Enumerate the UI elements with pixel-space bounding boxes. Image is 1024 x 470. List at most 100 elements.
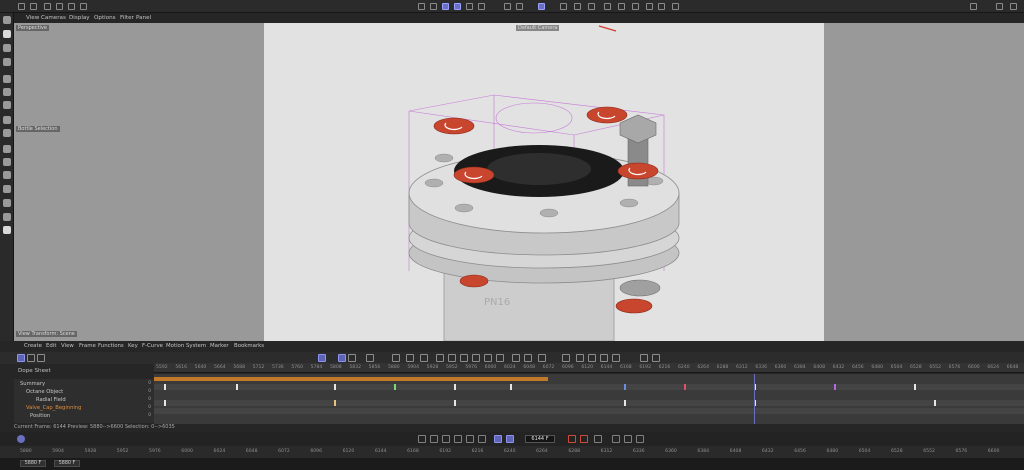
axis-mode-icon[interactable] — [478, 3, 485, 10]
menu-display[interactable]: Display — [69, 15, 90, 21]
loop-icon[interactable] — [494, 435, 502, 443]
menu-cameras[interactable]: Cameras — [41, 15, 66, 21]
keyframe[interactable] — [334, 400, 336, 406]
brush-icon[interactable] — [3, 145, 11, 153]
paint-select-icon[interactable] — [3, 58, 11, 66]
frame-all-icon[interactable] — [576, 354, 584, 362]
rotate-icon[interactable] — [3, 88, 11, 96]
zero-angle-icon[interactable] — [538, 354, 546, 362]
menu-view[interactable]: View — [26, 15, 39, 21]
redo-icon[interactable] — [30, 3, 37, 10]
deformer-icon[interactable] — [618, 3, 625, 10]
track-row[interactable]: Radial Field 0 — [14, 397, 154, 405]
tl-menu-edit[interactable]: Edit — [46, 343, 56, 349]
keyframe[interactable] — [624, 384, 626, 390]
current-frame-field[interactable]: 6144 F — [525, 435, 555, 443]
move-icon[interactable] — [3, 75, 11, 83]
undo-icon[interactable] — [18, 3, 25, 10]
ease-in-icon[interactable] — [484, 354, 492, 362]
record-icon[interactable] — [568, 435, 576, 443]
range-end-field[interactable]: 5880 F — [54, 460, 80, 467]
dope-sheet-keys[interactable] — [154, 374, 1024, 424]
summary-range-bar[interactable] — [154, 377, 548, 381]
menu-options[interactable]: Options — [94, 15, 116, 21]
tl-menu-marker[interactable]: Marker — [210, 343, 229, 349]
playhead-line[interactable] — [754, 374, 755, 424]
keyframe[interactable] — [684, 384, 686, 390]
graph-icon[interactable] — [640, 354, 648, 362]
range-start-field[interactable]: 5880 F — [20, 460, 46, 467]
tl-menu-bookmarks[interactable]: Bookmarks — [234, 343, 264, 349]
subdivision-icon[interactable] — [588, 3, 595, 10]
scale-icon[interactable] — [3, 101, 11, 109]
polygon-pen-icon[interactable] — [3, 171, 11, 179]
tl-menu-create[interactable]: Create — [24, 343, 42, 349]
keyframe[interactable] — [454, 400, 456, 406]
tl-menu-motion-system[interactable]: Motion System — [166, 343, 206, 349]
select-icon[interactable] — [3, 30, 11, 38]
track-row[interactable]: Summary 0 — [14, 381, 154, 389]
keyframe[interactable] — [834, 384, 836, 390]
fcurve-mode-icon[interactable] — [27, 354, 35, 362]
key-filter-icon[interactable] — [338, 354, 346, 362]
frame-selected-icon[interactable] — [588, 354, 596, 362]
snap-icon[interactable] — [504, 3, 511, 10]
pen-icon[interactable] — [574, 3, 581, 10]
camera-icon[interactable] — [658, 3, 665, 10]
cube-icon[interactable] — [560, 3, 567, 10]
picture-viewer-icon[interactable] — [68, 3, 75, 10]
play-icon[interactable] — [454, 435, 462, 443]
keyframe[interactable] — [510, 384, 512, 390]
scale-key-icon[interactable] — [636, 435, 644, 443]
object-tool-icon[interactable] — [80, 3, 87, 10]
marker-icon[interactable] — [600, 354, 608, 362]
render-view-icon[interactable] — [44, 3, 51, 10]
zoom-icon[interactable] — [562, 354, 570, 362]
top-frame-ruler[interactable]: 5592 5616 5640 5664 5688 5712 5736 5760 5784 5808… — [154, 363, 1024, 373]
position-key-icon[interactable] — [612, 435, 620, 443]
scene-icon[interactable] — [646, 3, 653, 10]
key-selection-icon[interactable] — [594, 435, 602, 443]
grid-icon[interactable] — [538, 3, 545, 10]
workplane-icon[interactable] — [516, 3, 523, 10]
go-to-start-icon[interactable] — [418, 435, 426, 443]
ease-out-icon[interactable] — [496, 354, 504, 362]
keyframe[interactable] — [164, 400, 166, 406]
next-frame-icon[interactable] — [466, 435, 474, 443]
playhead-icon[interactable] — [17, 435, 25, 443]
extrude-icon[interactable] — [3, 185, 11, 193]
render-settings-icon[interactable] — [56, 3, 63, 10]
spline-icon[interactable] — [448, 354, 456, 362]
snap-icon[interactable] — [392, 354, 400, 362]
prev-frame-icon[interactable] — [442, 435, 450, 443]
bookmark-icon[interactable] — [612, 354, 620, 362]
keyframe[interactable] — [934, 400, 936, 406]
live-selection-icon[interactable] — [3, 44, 11, 52]
move-icon[interactable] — [430, 3, 437, 10]
go-to-end-icon[interactable] — [478, 435, 486, 443]
filter-icon[interactable] — [318, 354, 326, 362]
keyframe[interactable] — [334, 384, 336, 390]
keyframe[interactable] — [624, 400, 626, 406]
dope-sheet-mode-icon[interactable] — [17, 354, 25, 362]
tl-menu-frame[interactable]: Frame — [79, 343, 96, 349]
prev-key-icon[interactable] — [430, 435, 438, 443]
motion-mode-icon[interactable] — [37, 354, 45, 362]
search-icon[interactable] — [3, 16, 11, 24]
keyframe[interactable] — [236, 384, 238, 390]
model-mode-icon[interactable] — [466, 3, 473, 10]
menu-panel[interactable]: Panel — [136, 15, 151, 21]
keyframe[interactable] — [454, 384, 456, 390]
field-icon[interactable] — [632, 3, 639, 10]
rotation-key-icon[interactable] — [624, 435, 632, 443]
key-icon[interactable] — [512, 354, 520, 362]
knife-icon[interactable] — [3, 158, 11, 166]
axis-icon[interactable] — [3, 129, 11, 137]
keyframe[interactable] — [394, 384, 396, 390]
keyframe[interactable] — [164, 384, 166, 390]
transform-icon[interactable] — [3, 116, 11, 124]
tangent-icon[interactable] — [436, 354, 444, 362]
break-icon[interactable] — [524, 354, 532, 362]
ripple-icon[interactable] — [420, 354, 428, 362]
search-icon[interactable] — [996, 3, 1003, 10]
